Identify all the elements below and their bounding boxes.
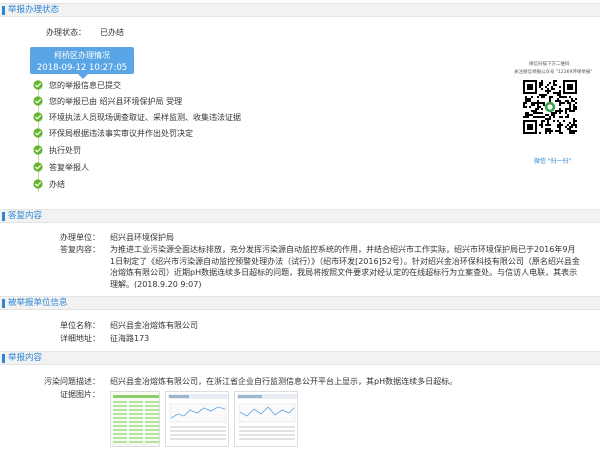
reply-unit-value: 绍兴县环境保护局	[110, 233, 174, 242]
progress-step-label: 您的举报已由 绍兴县环境保护局 受理	[49, 97, 183, 106]
section-title: 举报办理状态	[8, 5, 60, 15]
section-header-reported-unit: 被举报单位信息	[0, 296, 600, 310]
check-circle-icon	[33, 179, 43, 189]
progress-step-label: 执行处罚	[49, 146, 81, 155]
progress-step-label: 办结	[49, 180, 65, 189]
evidence-photo-2[interactable]	[165, 391, 229, 447]
qr-caption-1: 微信扫描下方二维码	[529, 62, 570, 67]
check-circle-icon	[33, 162, 43, 172]
check-circle-icon	[33, 80, 43, 90]
check-circle-icon	[33, 128, 43, 138]
section-marker	[2, 299, 5, 308]
section-marker	[2, 212, 5, 221]
reply-unit-label: 办理单位：	[60, 233, 100, 242]
check-circle-icon	[33, 96, 43, 106]
progress-step-label: 您的举报信息已提交	[49, 81, 121, 90]
evidence-image-chart	[166, 392, 228, 446]
progress-step-label: 答复举报人	[49, 163, 89, 172]
unit-name-value: 绍兴县金冶熔炼有限公司	[110, 321, 198, 330]
check-circle-icon	[33, 145, 43, 155]
check-circle-icon	[33, 112, 43, 122]
unit-name-label: 单位名称：	[60, 321, 100, 330]
status-box-time: 2018-09-12 10:27:05	[36, 63, 128, 73]
qr-code-icon	[523, 80, 577, 134]
status-box-title: 柯桥区办理情况	[54, 51, 110, 60]
status-value: 已办结	[100, 28, 124, 37]
section-title: 答复内容	[8, 211, 43, 221]
section-marker	[2, 354, 5, 363]
section-header-status: 举报办理状态	[0, 3, 600, 17]
section-title: 举报内容	[8, 353, 43, 363]
section-title: 被举报单位信息	[8, 298, 68, 308]
section-marker	[2, 6, 5, 15]
qr-foot-text: 微信 "扫一扫"	[534, 158, 572, 165]
evidence-image-table	[111, 392, 159, 446]
unit-address-value: 征海路173	[110, 334, 150, 343]
progress-step-label: 环境执法人员现场调查取证、采样监测、收集违法证据	[49, 113, 241, 122]
section-header-report: 举报内容	[0, 351, 600, 365]
evidence-image-chart	[235, 392, 297, 446]
evidence-photo-label: 证据图片：	[60, 390, 100, 399]
reply-content-label: 答复内容：	[60, 245, 100, 254]
unit-address-label: 详细地址：	[60, 334, 100, 343]
report-desc-label: 污染问题描述：	[44, 377, 100, 386]
status-box-pointer	[78, 74, 88, 79]
reply-content-value: 为推进工业污染源全面达标排放，充分发挥污染源自动监控系统的作用，并结合绍兴市工作…	[110, 245, 580, 289]
status-label: 办理状态：	[46, 28, 86, 37]
report-desc-value: 绍兴县金冶熔炼有限公司，在浙江省企业自行监测信息公开平台上显示，其pH数据连续多…	[110, 377, 458, 386]
evidence-photo-1[interactable]	[110, 391, 160, 447]
section-header-reply: 答复内容	[0, 209, 600, 223]
evidence-photo-3[interactable]	[234, 391, 298, 447]
progress-step-label: 环保局根据违法事实审议并作出处罚决定	[49, 129, 193, 138]
status-box: 柯桥区办理情况 2018-09-12 10:27:05	[30, 47, 134, 79]
qr-caption-2: 关注微信举报公众号 "12369环保举报"	[514, 70, 593, 75]
